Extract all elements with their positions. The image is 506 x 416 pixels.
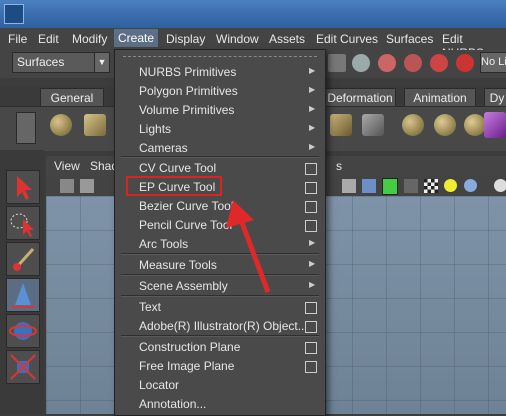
annotation-arrow-icon bbox=[226, 200, 271, 293]
